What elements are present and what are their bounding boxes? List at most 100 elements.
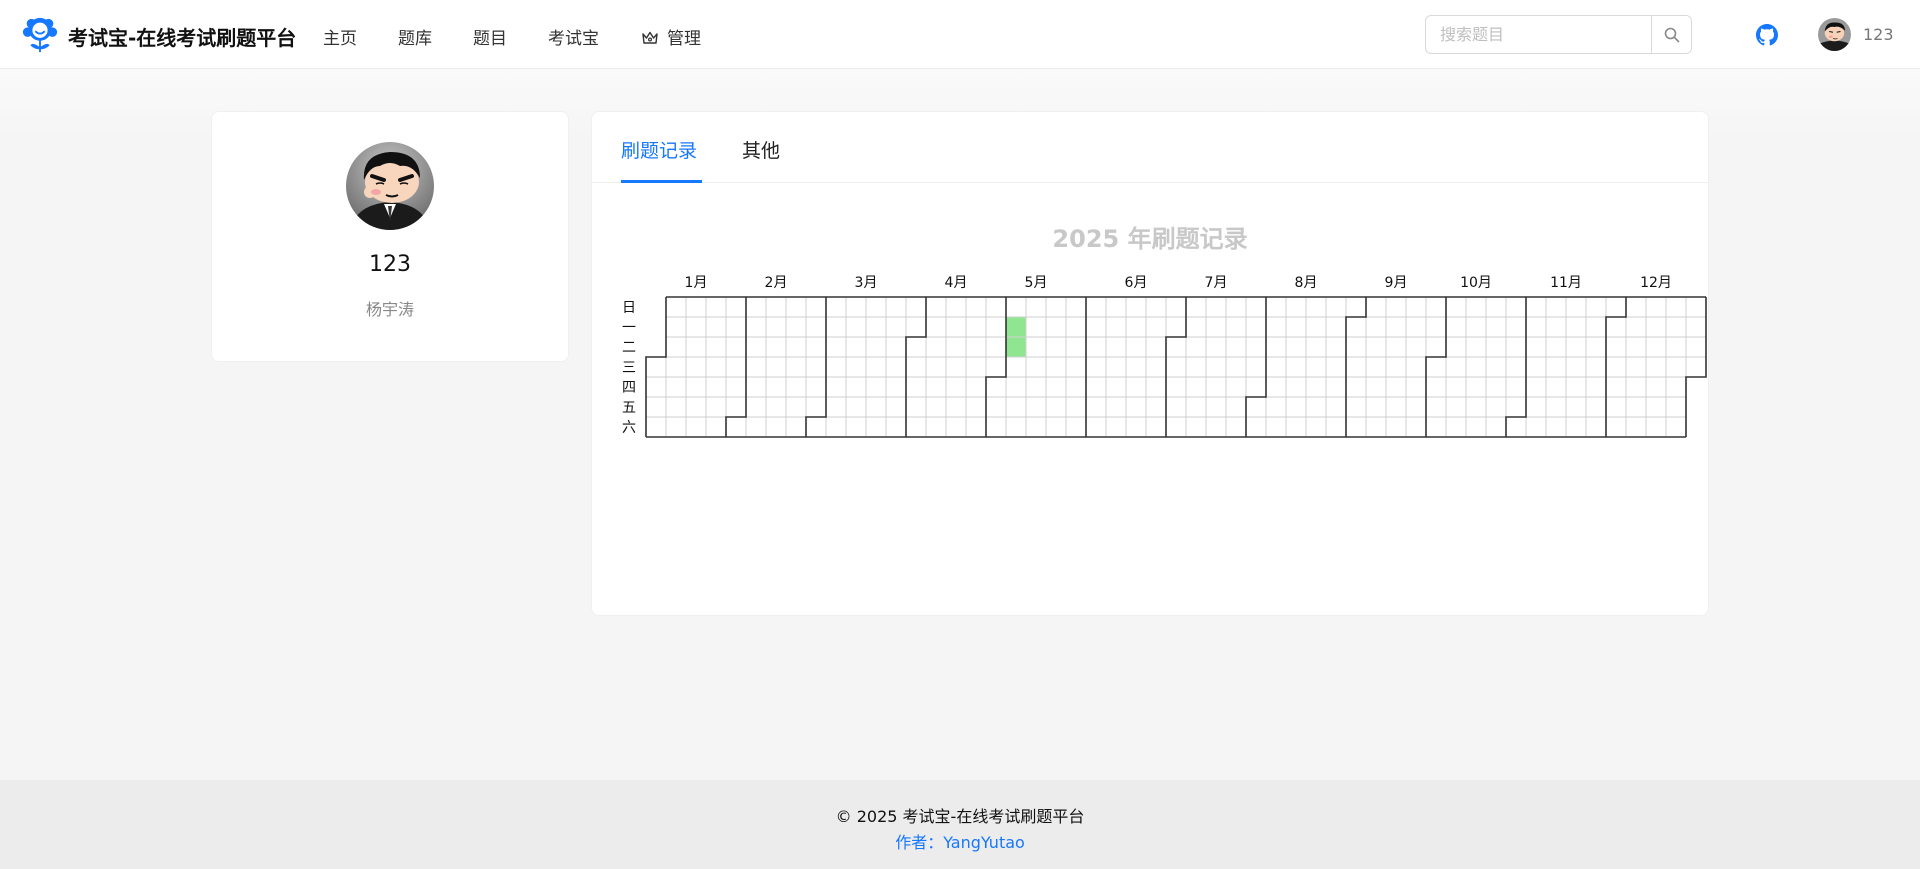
nav-item-exam[interactable]: 考试宝 — [548, 24, 599, 49]
heatmap-day — [1165, 296, 1187, 318]
heatmap-day — [865, 416, 887, 438]
heatmap-day — [905, 336, 927, 358]
heatmap-day — [1165, 336, 1187, 358]
brand-title[interactable]: 考试宝-在线考试刷题平台 — [68, 22, 296, 51]
heatmap-day — [1685, 316, 1707, 338]
heatmap-day — [985, 416, 1007, 438]
heatmap-day — [1485, 316, 1507, 338]
heatmap-day — [985, 356, 1007, 378]
heatmap-day — [1265, 416, 1287, 438]
heatmap-day — [685, 376, 707, 398]
nav-item-admin[interactable]: 管理 — [641, 24, 701, 49]
heatmap-day — [685, 396, 707, 418]
heatmap-day — [1665, 336, 1687, 358]
heatmap-day — [965, 296, 987, 318]
heatmap-day — [825, 316, 847, 338]
heatmap-day — [1285, 316, 1307, 338]
heatmap-day — [1625, 416, 1647, 438]
heatmap-day — [665, 396, 687, 418]
heatmap-day — [1065, 396, 1087, 418]
heatmap-day — [745, 316, 767, 338]
heatmap-day — [1605, 416, 1627, 438]
heatmap-day — [925, 376, 947, 398]
heatmap-day — [1565, 416, 1587, 438]
heatmap-day — [825, 296, 847, 318]
heatmap-day — [1045, 376, 1067, 398]
heatmap-day — [1425, 416, 1447, 438]
heatmap-day — [1325, 396, 1347, 418]
heatmap-day — [1225, 316, 1247, 338]
heatmap-day — [1265, 316, 1287, 338]
heatmap-day — [805, 356, 827, 378]
heatmap-day — [1025, 396, 1047, 418]
heatmap-day — [905, 356, 927, 378]
heatmap-day — [1385, 356, 1407, 378]
heatmap-day — [925, 336, 947, 358]
heatmap-day — [1425, 316, 1447, 338]
heatmap-day — [785, 336, 807, 358]
logo-icon[interactable] — [21, 16, 59, 54]
heatmap-day — [1065, 336, 1087, 358]
heatmap-day — [1225, 416, 1247, 438]
github-icon[interactable] — [1756, 24, 1778, 46]
heatmap-day — [985, 296, 1007, 318]
heatmap-day — [1325, 356, 1347, 378]
nav-item-questions[interactable]: 题目 — [473, 24, 507, 49]
heatmap-day — [905, 376, 927, 398]
heatmap-day — [1265, 396, 1287, 418]
heatmap-day — [1665, 356, 1687, 378]
heatmap-day — [945, 356, 967, 378]
heatmap-day — [1545, 376, 1567, 398]
heatmap-day — [805, 416, 827, 438]
heatmap-day — [785, 316, 807, 338]
heatmap-day — [1585, 376, 1607, 398]
heatmap-day — [805, 396, 827, 418]
heatmap-day — [1205, 416, 1227, 438]
tab-other[interactable]: 其他 — [742, 136, 780, 163]
heatmap-day — [1645, 396, 1667, 418]
heatmap-day — [1025, 356, 1047, 378]
heatmap-day — [1265, 356, 1287, 378]
heatmap-day — [1405, 396, 1427, 418]
heatmap-day — [925, 396, 947, 418]
heatmap-day — [785, 416, 807, 438]
heatmap-day — [925, 316, 947, 338]
heatmap-day — [1145, 336, 1167, 358]
heatmap-day — [805, 376, 827, 398]
search-button[interactable] — [1651, 16, 1691, 53]
heatmap-day — [1465, 376, 1487, 398]
heatmap-day — [685, 336, 707, 358]
heatmap-weekday-label: 日 — [622, 300, 636, 316]
heatmap-day — [1345, 396, 1367, 418]
heatmap-day — [1185, 296, 1207, 318]
heatmap-day — [1105, 316, 1127, 338]
tab-practice-records[interactable]: 刷题记录 — [621, 136, 697, 163]
heatmap-day — [1485, 416, 1507, 438]
heatmap-day — [1345, 416, 1367, 438]
heatmap-day — [1125, 416, 1147, 438]
heatmap-day — [1305, 416, 1327, 438]
heatmap-day — [1685, 296, 1707, 318]
footer-author-link[interactable]: 作者：YangYutao — [0, 829, 1920, 853]
heatmap-day — [985, 396, 1007, 418]
heatmap-day — [1525, 296, 1547, 318]
heatmap-month-label: 4月 — [945, 275, 968, 291]
heatmap-day — [885, 376, 907, 398]
heatmap-day — [865, 296, 887, 318]
heatmap-day — [665, 296, 687, 318]
heatmap-day — [1305, 356, 1327, 378]
nav-item-home[interactable]: 主页 — [323, 24, 357, 49]
heatmap-day — [1285, 336, 1307, 358]
heatmap-day — [1265, 376, 1287, 398]
nav-item-question-banks[interactable]: 题库 — [398, 24, 432, 49]
heatmap-day — [1065, 316, 1087, 338]
heatmap-day — [985, 376, 1007, 398]
user-avatar[interactable] — [1818, 18, 1851, 51]
heatmap-day — [1565, 296, 1587, 318]
heatmap-day — [1285, 416, 1307, 438]
search-box — [1425, 15, 1692, 54]
search-input[interactable] — [1426, 16, 1652, 53]
profile-name: 123 — [369, 252, 411, 277]
heatmap-day — [885, 416, 907, 438]
header-user-name[interactable]: 123 — [1863, 25, 1894, 44]
